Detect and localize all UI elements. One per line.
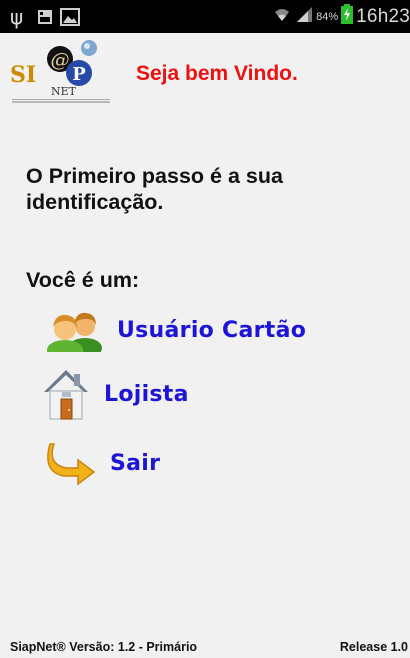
svg-text:P: P <box>72 64 86 85</box>
intro-text: O Primeiro passo é a sua identificação. <box>26 164 283 214</box>
shopkeeper-button[interactable]: Lojista <box>40 366 189 422</box>
status-bar: ψ 84% 16h23 <box>0 0 410 33</box>
usb-icon: ψ <box>10 4 24 29</box>
exit-arrow-icon <box>47 443 96 486</box>
house-icon <box>44 370 88 420</box>
welcome-title: Seja bem Vindo. <box>136 62 298 85</box>
wifi-icon <box>272 4 292 29</box>
user-card-label: Usuário Cartão <box>117 317 307 343</box>
svg-text:NET: NET <box>51 85 77 98</box>
exit-button[interactable]: Sair <box>44 440 160 486</box>
users-icon <box>47 312 102 352</box>
battery-charging-icon <box>341 4 354 29</box>
exit-label: Sair <box>110 450 161 476</box>
question-text: Você é um: <box>26 268 140 292</box>
svg-text:SI: SI <box>10 62 36 88</box>
user-card-button[interactable]: Usuário Cartão <box>45 308 306 352</box>
siapnet-logo: @ P SI NET <box>10 38 114 106</box>
image-icon <box>60 0 80 33</box>
svg-text:@: @ <box>51 49 70 71</box>
version-text: SiapNet® Versão: 1.2 - Primário <box>10 640 198 654</box>
app-screen: ψ 84% 16h23 @ P SI NET Seja bem Vindo. O… <box>0 0 410 658</box>
shopkeeper-label: Lojista <box>104 381 189 407</box>
status-right: 84% 16h23 <box>272 0 410 33</box>
footer: SiapNet® Versão: 1.2 - Primário Release … <box>0 636 410 658</box>
battery-percent: 84% <box>316 10 339 23</box>
clock: 16h23 <box>356 5 410 27</box>
signal-icon <box>295 5 313 28</box>
release-text: Release 1.0 <box>339 640 408 654</box>
sd-card-icon <box>36 0 54 33</box>
